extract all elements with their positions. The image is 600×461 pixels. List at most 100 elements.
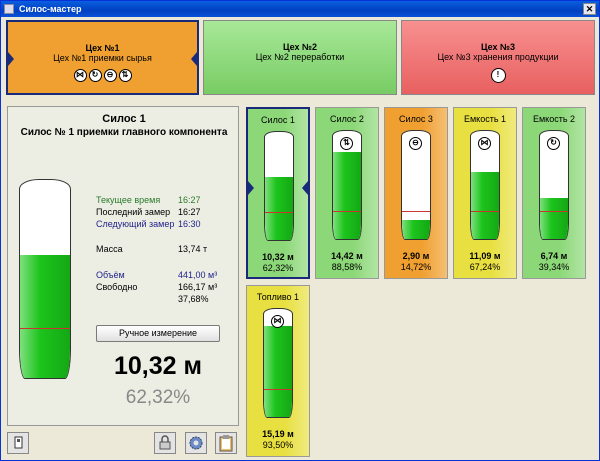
manual-measure-button[interactable]: Ручное измерение: [96, 325, 220, 342]
next-measure-value: 16:30: [178, 219, 201, 229]
silo-detail-panel: Силос 1 Силос № 1 приемки главного компо…: [7, 106, 239, 426]
minus-plus-icon: ⊖: [103, 69, 117, 82]
shop-name: Цех №1: [85, 43, 120, 53]
detail-title: Силос 1: [102, 113, 146, 125]
silo-name: Топливо 1: [256, 292, 300, 302]
last-measure-label: Последний замер: [96, 207, 171, 217]
free-label: Свободно: [96, 282, 138, 292]
silo-cell[interactable]: Емкость 2 6,74 м 39,34% ↻: [522, 107, 586, 279]
silo-tank: ↻: [539, 130, 569, 240]
tank-fill: [265, 177, 293, 240]
tank-reference-line: [333, 211, 361, 212]
volume-value: 441,00 м³: [178, 270, 218, 280]
silo-status-icon: ⇅: [340, 137, 353, 150]
silo-cell[interactable]: Силос 3 2,90 м 14,72% ⊖: [384, 107, 448, 279]
silo-level: 11,09 м: [469, 251, 501, 261]
rotation-icon: ↻: [88, 69, 102, 82]
silo-percent: 88,58%: [331, 262, 363, 272]
silo-tank: [264, 131, 294, 241]
tank-reference-line: [540, 211, 568, 212]
shop-tab-3[interactable]: Цех №3 Цех №3 хранения продукции !: [401, 20, 595, 95]
selected-left-arrow-icon: [248, 181, 254, 195]
next-measure-label: Следующий замер: [96, 219, 175, 229]
tank-reference-line: [471, 211, 499, 212]
tank-reference-line: [264, 389, 292, 390]
selected-left-arrow-icon: [8, 52, 14, 66]
tank-fill: [402, 220, 430, 239]
shop-name: Цех №3: [480, 42, 516, 52]
close-button[interactable]: ✕: [583, 3, 596, 15]
silo-cell[interactable]: Силос 2 14,42 м 88,58% ⇅: [315, 107, 379, 279]
selected-right-arrow-icon: [302, 181, 308, 195]
silo-cell[interactable]: Силос 1 10,32 м 62,32%: [246, 107, 310, 279]
window-title: Силос-мастер: [19, 4, 82, 14]
tank-reference-line: [265, 212, 293, 213]
silo-status-icon: ⋈: [271, 315, 284, 328]
free-percent: 37,68%: [178, 294, 209, 304]
detail-subtitle: Силос № 1 приемки главного компонента: [20, 127, 228, 138]
detail-level: 10,32 м: [113, 352, 202, 380]
shop-desc: Цех №1 приемки сырья: [53, 53, 152, 63]
app-window: Силос-мастер ✕ Цех №1 Цех №1 приемки сыр…: [0, 0, 600, 461]
silo-status-icon: ↻: [547, 137, 560, 150]
silo-name: Емкость 1: [463, 114, 507, 124]
shop-desc: Цех №2 переработки: [255, 52, 345, 62]
mass-label: Масса: [96, 244, 123, 254]
device-icon: [14, 436, 23, 449]
silo-status-icon: ⊖: [409, 137, 422, 150]
silo-percent: 14,72%: [400, 262, 432, 272]
tank-reference-line: [20, 328, 70, 329]
clipboard-icon: [219, 435, 233, 452]
silo-percent: 67,24%: [469, 262, 501, 272]
last-measure-value: 16:27: [178, 207, 201, 217]
current-time-label: Текущее время: [96, 195, 161, 205]
lock-button[interactable]: [154, 432, 176, 454]
shop-desc: Цех №3 хранения продукции: [437, 52, 559, 62]
silo-tank: ⋈: [470, 130, 500, 240]
silo-level: 15,19 м: [262, 429, 294, 439]
silo-tank: ⋈: [263, 308, 293, 418]
silo-name: Емкость 2: [532, 114, 576, 124]
shop-tab-2[interactable]: Цех №2 Цех №2 переработки: [203, 20, 397, 95]
detail-fill-percent: 62,32%: [125, 387, 191, 408]
silo-tank: ⊖: [401, 130, 431, 240]
valve-icon: ⋈: [73, 69, 87, 82]
silo-status-icon: ⋈: [478, 137, 491, 150]
shop-tab-1[interactable]: Цех №1 Цех №1 приемки сырья ⋈ ↻ ⊖ ⇅: [6, 20, 199, 95]
tank-fill: [540, 197, 568, 239]
silo-level: 2,90 м: [402, 251, 430, 261]
tank-fill: [471, 171, 499, 239]
up-down-arrows-icon: ⇅: [118, 69, 132, 82]
device-button[interactable]: [7, 432, 29, 454]
gear-icon: [189, 436, 203, 450]
tank-fill: [20, 254, 70, 378]
selected-right-arrow-icon: [191, 52, 197, 66]
tank-fill: [333, 152, 361, 239]
silo-tank: ⇅: [332, 130, 362, 240]
silo-level: 14,42 м: [331, 251, 363, 261]
silo-percent: 93,50%: [262, 440, 294, 450]
silo-cell[interactable]: Топливо 1 15,19 м 93,50% ⋈: [246, 285, 310, 457]
big-silo-tank: [19, 179, 71, 379]
tank-reference-line: [402, 211, 430, 212]
silo-percent: 62,32%: [262, 263, 294, 273]
silo-level: 10,32 м: [262, 252, 294, 262]
silo-name: Силос 3: [399, 114, 433, 124]
silo-level: 6,74 м: [540, 251, 568, 261]
silo-percent: 39,34%: [538, 262, 570, 272]
silo-name: Силос 2: [330, 114, 364, 124]
title-bar: Силос-мастер ✕: [1, 1, 599, 17]
shop-name: Цех №2: [282, 42, 318, 52]
silo-name: Силос 1: [261, 115, 295, 125]
report-button[interactable]: [215, 432, 237, 454]
silo-cell[interactable]: Емкость 1 11,09 м 67,24% ⋈: [453, 107, 517, 279]
volume-label: Объём: [96, 270, 125, 280]
settings-button[interactable]: [185, 432, 207, 454]
free-value: 166,17 м³: [178, 282, 218, 292]
tank-fill: [264, 325, 292, 417]
current-time-value: 16:27: [178, 195, 201, 205]
mass-value: 13,74 т: [178, 244, 208, 254]
app-icon: [4, 4, 14, 14]
warning-icon: !: [490, 68, 506, 83]
lock-icon: [159, 435, 171, 450]
